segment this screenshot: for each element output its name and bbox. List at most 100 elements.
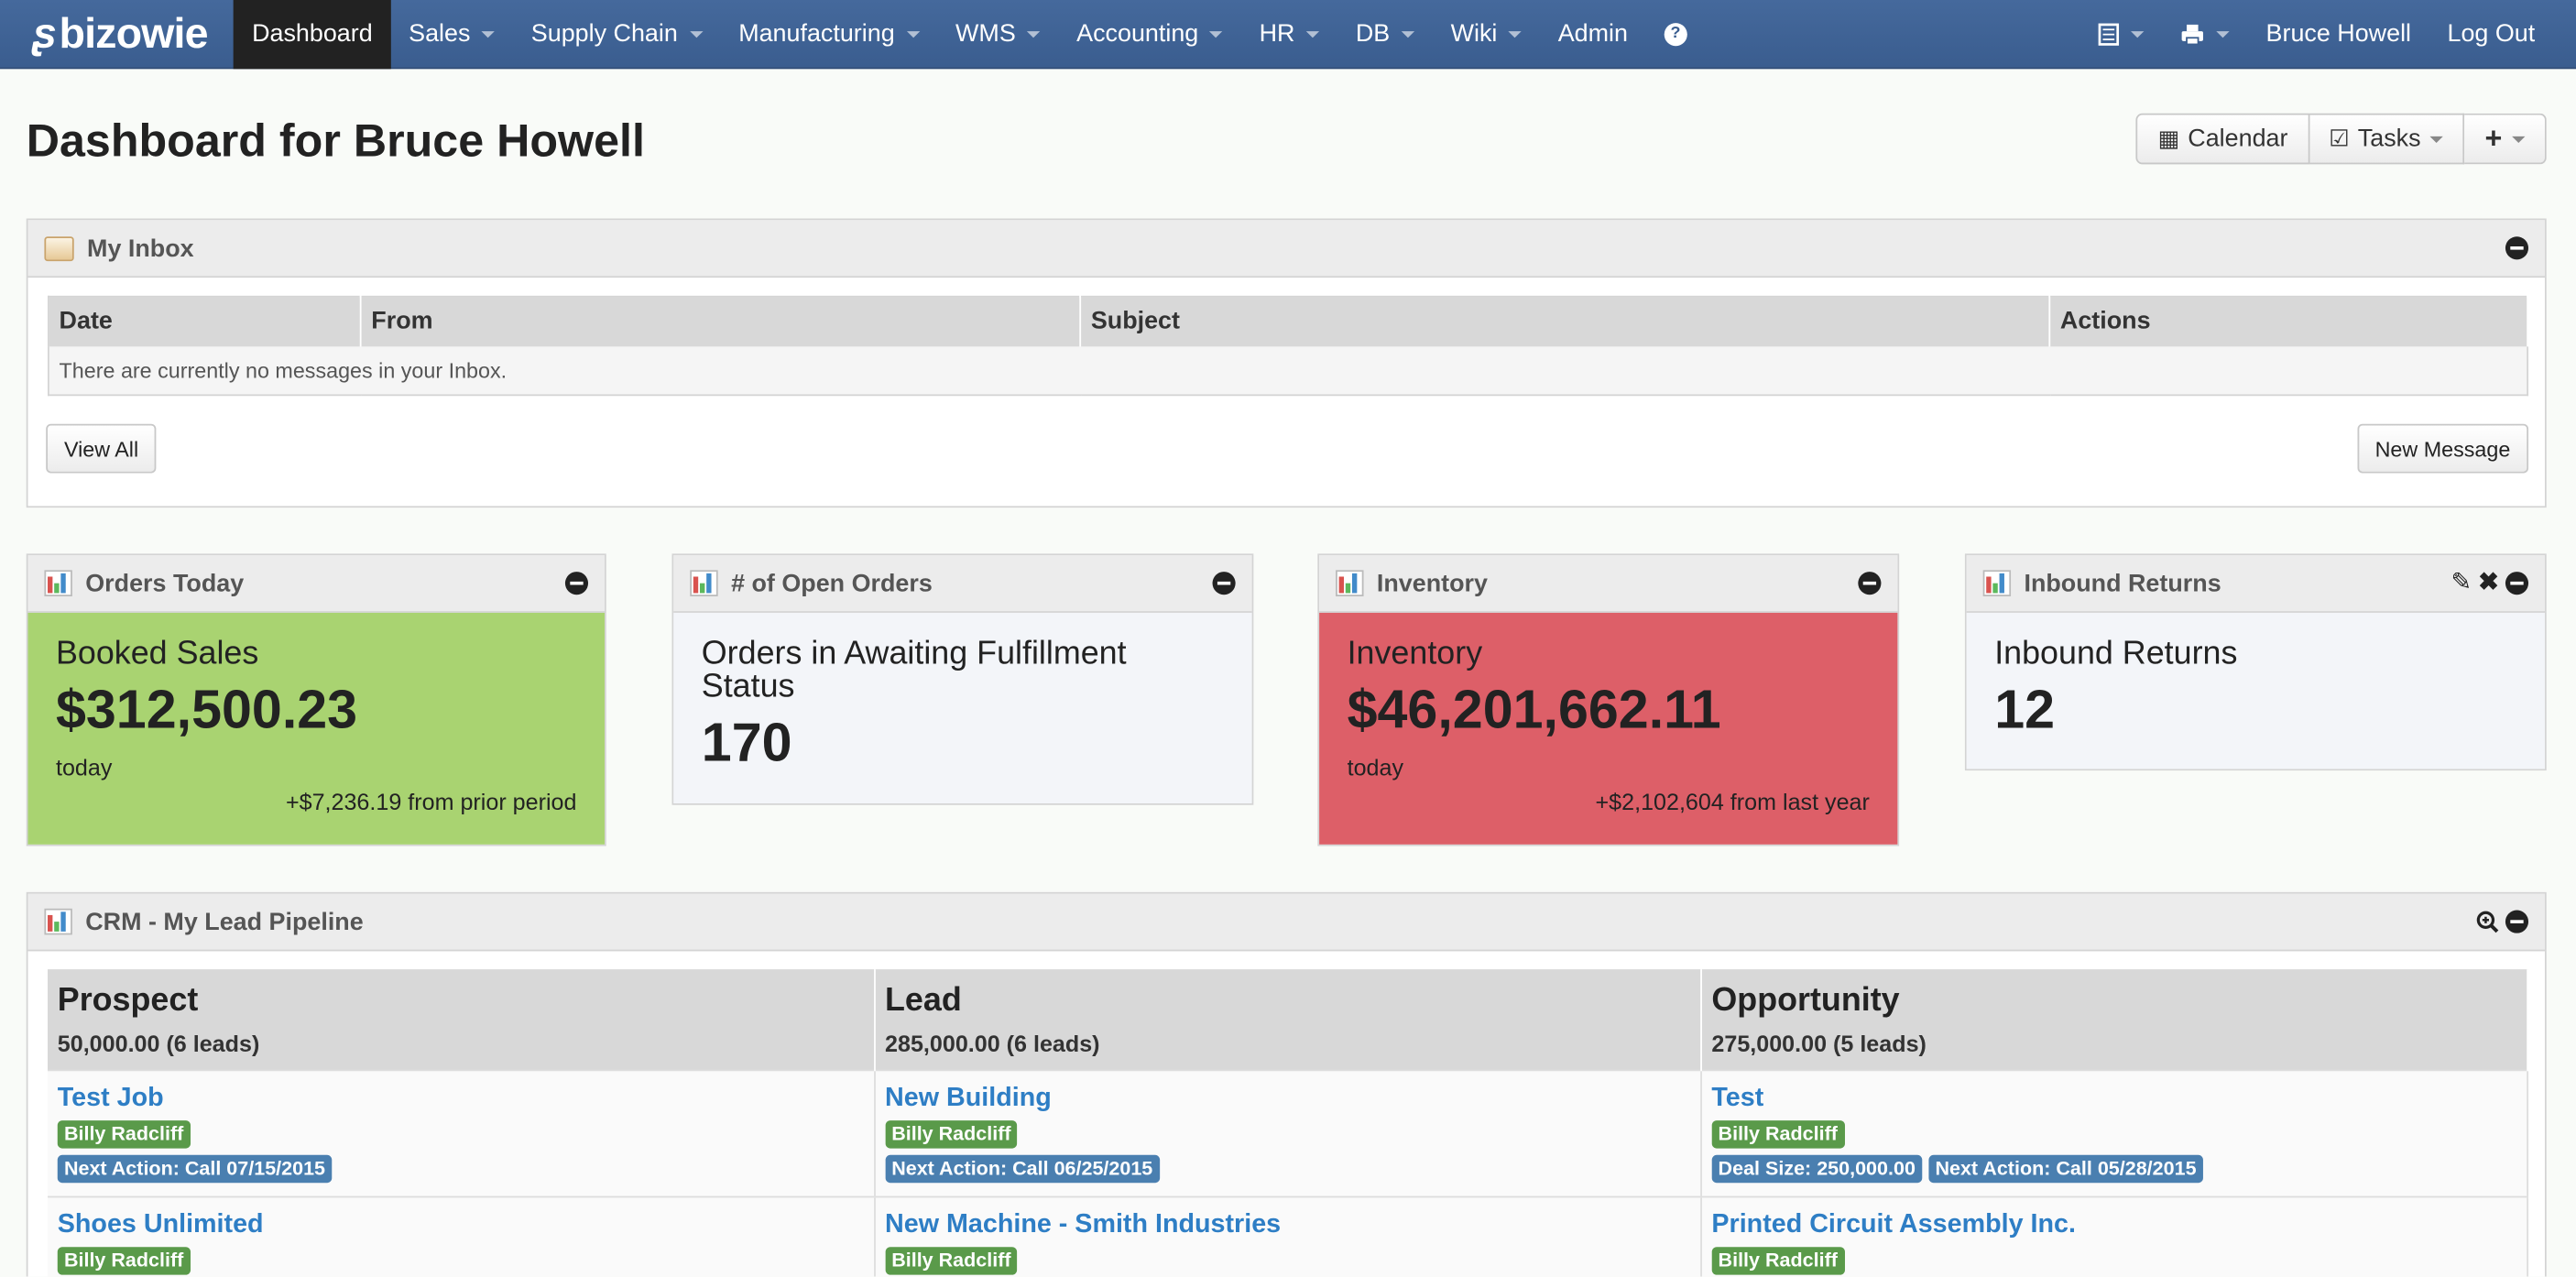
- stage-column-opportunity: Opportunity 275,000.00 (5 leads): [1700, 969, 2529, 1070]
- stat-value: 170: [701, 711, 792, 772]
- stage-total: 50,000.00 (6 leads): [57, 1030, 260, 1057]
- inbox-empty-message: There are currently no messages in your …: [48, 345, 2528, 396]
- lead-link[interactable]: Shoes Unlimited: [58, 1210, 864, 1239]
- chevron-down-icon: [906, 30, 920, 38]
- stat-body: Inbound Returns 12: [1966, 612, 2545, 769]
- stat-value: 12: [1994, 678, 2056, 740]
- nav-label: WMS: [955, 19, 1016, 49]
- bar-chart-icon: [44, 570, 72, 597]
- collapse-icon[interactable]: [2505, 910, 2529, 933]
- inbox-panel: My Inbox Date From Subject Actions There…: [26, 218, 2547, 508]
- brand-logo[interactable]: ʂ bizowie: [0, 0, 234, 68]
- table-row: Test Job Billy Radcliff Next Action: Cal…: [48, 1068, 2529, 1196]
- page: ʂ bizowie Dashboard Sales Supply Chain M…: [0, 0, 2576, 1277]
- logout-link[interactable]: Log Out: [2429, 0, 2553, 68]
- chevron-down-icon: [2131, 30, 2145, 38]
- owner-badge: Billy Radcliff: [1711, 1246, 1845, 1274]
- collapse-icon[interactable]: [2505, 236, 2529, 260]
- stat-label: Orders in Awaiting Fulfillment Status: [701, 636, 1127, 705]
- collapse-icon[interactable]: [1858, 572, 1882, 595]
- panel-tools: [1858, 572, 1882, 595]
- stage-total: 285,000.00 (6 leads): [885, 1030, 1100, 1057]
- lead-link[interactable]: Test: [1711, 1084, 2516, 1113]
- collapse-icon[interactable]: [564, 572, 589, 595]
- pencil-icon[interactable]: ✎: [2450, 570, 2472, 595]
- print-menu[interactable]: [2163, 0, 2248, 68]
- column-header-from[interactable]: From: [360, 296, 1082, 346]
- panel-heading: CRM - My Lead Pipeline: [27, 893, 2545, 952]
- calendar-button[interactable]: ▦ Calendar: [2136, 113, 2309, 165]
- lead-link[interactable]: New Building: [885, 1084, 1690, 1113]
- lead-card: New Building Billy Radcliff Next Action:…: [874, 1068, 1702, 1196]
- nav-label: Dashboard: [252, 19, 373, 49]
- view-all-button[interactable]: View All: [46, 423, 157, 474]
- bar-chart-icon: [1336, 570, 1364, 597]
- lead-link[interactable]: Test Job: [58, 1084, 864, 1113]
- chevron-down-icon: [2216, 30, 2231, 38]
- user-menu[interactable]: Bruce Howell: [2248, 0, 2429, 68]
- collapse-icon[interactable]: [1212, 572, 1236, 595]
- brand-name: bizowie: [59, 7, 209, 58]
- nav-wiki[interactable]: Wiki: [1433, 0, 1540, 68]
- document-icon: [2099, 22, 2120, 45]
- inbox-table: Date From Subject Actions There are curr…: [48, 295, 2529, 397]
- deal-size-badge: Deal Size: 250,000.00: [1711, 1153, 1923, 1183]
- next-action-badge: Next Action: Call 05/28/2015: [1928, 1153, 2203, 1183]
- lead-link[interactable]: New Machine - Smith Industries: [885, 1210, 1690, 1239]
- calendar-label: Calendar: [2188, 125, 2288, 153]
- new-message-button[interactable]: New Message: [2356, 423, 2529, 474]
- column-header-subject[interactable]: Subject: [1080, 296, 2051, 346]
- stat-value: $312,500.23: [55, 678, 358, 740]
- stat-body: Inventory $46,201,662.11 today +$2,102,6…: [1319, 612, 1898, 845]
- owner-badge: Billy Radcliff: [57, 1119, 191, 1148]
- stat-change: +$2,102,604 from last year: [1595, 788, 1870, 815]
- panel-heading: Orders Today: [27, 555, 605, 613]
- nav-sales[interactable]: Sales: [390, 0, 513, 68]
- nav-admin[interactable]: Admin: [1540, 0, 1646, 68]
- zoom-in-icon[interactable]: [2476, 911, 2499, 933]
- bizowie-logo-icon: ʂ: [32, 7, 57, 58]
- add-new-button[interactable]: +: [2464, 113, 2547, 165]
- owner-badge: Billy Radcliff: [1711, 1119, 1845, 1148]
- stat-label: Inventory: [1347, 636, 1483, 672]
- bar-chart-icon: [44, 908, 72, 935]
- nav-db[interactable]: DB: [1337, 0, 1433, 68]
- nav-manufacturing[interactable]: Manufacturing: [720, 0, 937, 68]
- close-icon[interactable]: ✖: [2478, 570, 2499, 595]
- panel-tools: ✎ ✖: [2450, 570, 2529, 595]
- tasks-button[interactable]: ☑ Tasks: [2309, 113, 2465, 165]
- lead-card: Printed Circuit Assembly Inc. Billy Radc…: [1700, 1195, 2529, 1277]
- document-menu[interactable]: [2080, 0, 2163, 68]
- column-header-actions: Actions: [2049, 296, 2529, 346]
- nav-accounting[interactable]: Accounting: [1058, 0, 1240, 68]
- panel-tools: [1212, 572, 1236, 595]
- lead-link[interactable]: Printed Circuit Assembly Inc.: [1711, 1210, 2516, 1239]
- chevron-down-icon: [689, 30, 703, 38]
- chevron-down-icon: [481, 30, 496, 38]
- lead-card: Test Billy Radcliff Deal Size: 250,000.0…: [1700, 1068, 2529, 1196]
- column-header-date[interactable]: Date: [48, 296, 362, 346]
- lead-card: Shoes Unlimited Billy Radcliff: [48, 1195, 876, 1277]
- panel-heading: # of Open Orders: [673, 555, 1252, 613]
- owner-badge: Billy Radcliff: [57, 1246, 191, 1274]
- nav-hr[interactable]: HR: [1241, 0, 1337, 68]
- inbox-icon: [44, 235, 74, 261]
- nav-label: Admin: [1557, 19, 1629, 49]
- stat-period: today: [55, 754, 113, 780]
- printer-icon: [2182, 24, 2204, 45]
- inventory-panel: Inventory Inventory $46,201,662.11 today…: [1317, 553, 1900, 846]
- panel-title: CRM - My Lead Pipeline: [85, 907, 364, 936]
- stat-label: Inbound Returns: [1994, 636, 2238, 672]
- bar-chart-icon: [690, 570, 718, 597]
- collapse-icon[interactable]: [2505, 572, 2529, 595]
- nav-wms[interactable]: WMS: [937, 0, 1058, 68]
- help-icon: ?: [1664, 22, 1687, 46]
- lead-card: New Machine - Smith Industries Billy Rad…: [874, 1195, 1702, 1277]
- nav-dashboard[interactable]: Dashboard: [234, 0, 391, 69]
- stat-value: $46,201,662.11: [1347, 678, 1721, 740]
- panel-heading: My Inbox: [27, 220, 2545, 278]
- nav-supply-chain[interactable]: Supply Chain: [513, 0, 720, 68]
- chevron-down-icon: [1209, 30, 1224, 38]
- help-button[interactable]: ?: [1646, 0, 1706, 68]
- check-square-icon: ☑: [2329, 125, 2350, 151]
